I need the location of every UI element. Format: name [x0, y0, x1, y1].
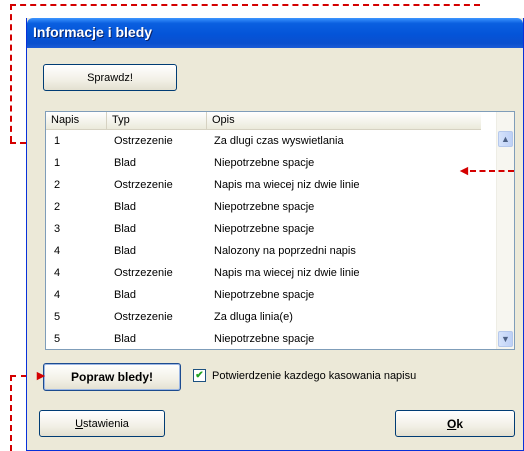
cell-opis: Nalozony na poprzedni napis [214, 245, 356, 257]
list-rows: 1 Ostrzezenie Za dlugi czas wyswietlania 1… [46, 130, 481, 349]
table-row[interactable]: 4 Ostrzezenie Napis ma wiecej niz dwie lin… [46, 262, 481, 284]
annotation-line-top [10, 4, 480, 6]
title-bar: Informacje i bledy [27, 18, 523, 48]
red-arrow-icon: ► [34, 367, 48, 383]
column-header-typ[interactable]: Typ [107, 112, 207, 129]
window-title: Informacje i bledy [33, 24, 153, 40]
column-header-opis[interactable]: Opis [207, 112, 481, 129]
cell-typ: Ostrzezenie [114, 135, 173, 147]
fix-errors-button[interactable]: Popraw bledy! [43, 363, 181, 391]
cell-typ: Ostrzezenie [114, 267, 173, 279]
dialog-window: Informacje i bledy Sprawdz! Napis Typ Op… [26, 18, 524, 451]
chevron-down-icon[interactable]: ▼ [498, 331, 513, 347]
cell-napis: 4 [54, 267, 61, 279]
cell-napis: 1 [54, 157, 61, 169]
table-row[interactable]: 2 Ostrzezenie Napis ma wiecej niz dwie lin… [46, 174, 481, 196]
check-button[interactable]: Sprawdz! [43, 64, 177, 91]
confirm-delete-option[interactable]: ✔ Potwierdzenie kazdego kasowania napisu [193, 369, 416, 382]
cell-typ: Blad [114, 157, 137, 169]
table-row[interactable]: 3 Blad Niepotrzebne spacje [46, 218, 481, 240]
column-header-napis[interactable]: Napis [46, 112, 107, 129]
list-header: Napis Typ Opis [46, 112, 481, 130]
table-row[interactable]: 1 Ostrzezenie Za dlugi czas wyswietlania [46, 130, 481, 152]
cell-napis: 5 [54, 311, 61, 323]
cell-napis: 2 [54, 201, 61, 213]
annotation-line-left-bottom [10, 375, 12, 451]
cell-opis: Napis ma wiecej niz dwie linie [214, 179, 360, 191]
cell-napis: 3 [54, 223, 61, 235]
cell-typ: Blad [114, 289, 137, 301]
cell-typ: Blad [114, 333, 137, 345]
ok-mnemonic: O [446, 416, 457, 431]
cell-opis: Za dlugi czas wyswietlania [214, 135, 344, 147]
annotation-line-left-top [10, 4, 12, 142]
cell-opis: Niepotrzebne spacje [214, 289, 315, 301]
vertical-scrollbar[interactable]: ▲ ▼ [496, 112, 514, 349]
cell-typ: Ostrzezenie [114, 311, 173, 323]
cell-typ: Ostrzezenie [114, 179, 173, 191]
confirm-delete-label: Potwierdzenie kazdego kasowania napisu [212, 369, 417, 382]
settings-label: stawienia [83, 417, 129, 430]
cell-opis: Napis ma wiecej niz dwie linie [214, 267, 360, 279]
confirm-delete-checkbox[interactable]: ✔ [193, 369, 206, 382]
cell-opis: Niepotrzebne spacje [214, 157, 315, 169]
settings-mnemonic: U [75, 417, 84, 430]
table-row[interactable]: 4 Blad Nalozony na poprzedni napis [46, 240, 481, 262]
cell-napis: 5 [54, 333, 61, 345]
table-row[interactable]: 4 Blad Niepotrzebne spacje [46, 284, 481, 306]
table-row[interactable]: 5 Ostrzezenie Za dluga linia(e) [46, 306, 481, 328]
cell-typ: Blad [114, 223, 137, 235]
cell-opis: Niepotrzebne spacje [214, 201, 315, 213]
cell-napis: 4 [54, 245, 61, 257]
cell-opis: Za dluga linia(e) [214, 311, 293, 323]
table-row[interactable]: 2 Blad Niepotrzebne spacje [46, 196, 481, 218]
cell-opis: Niepotrzebne spacje [214, 333, 315, 345]
ok-button[interactable]: Ok [395, 410, 515, 437]
table-row[interactable]: 5 Blad Niepotrzebne spacje [46, 328, 481, 349]
settings-button[interactable]: Ustawienia [39, 410, 165, 437]
table-row[interactable]: 1 Blad Niepotrzebne spacje [46, 152, 481, 174]
red-arrow-icon: ◄ [457, 162, 471, 178]
cell-napis: 1 [54, 135, 61, 147]
errors-list[interactable]: Napis Typ Opis 1 Ostrzezenie Za dlugi czas… [45, 111, 515, 350]
chevron-up-icon[interactable]: ▲ [498, 131, 513, 147]
cell-napis: 2 [54, 179, 61, 191]
cell-typ: Blad [114, 201, 137, 213]
annotation-line-right [470, 170, 514, 172]
cell-opis: Niepotrzebne spacje [214, 223, 315, 235]
cell-napis: 4 [54, 289, 61, 301]
cell-typ: Blad [114, 245, 137, 257]
ok-label: k [456, 416, 464, 431]
